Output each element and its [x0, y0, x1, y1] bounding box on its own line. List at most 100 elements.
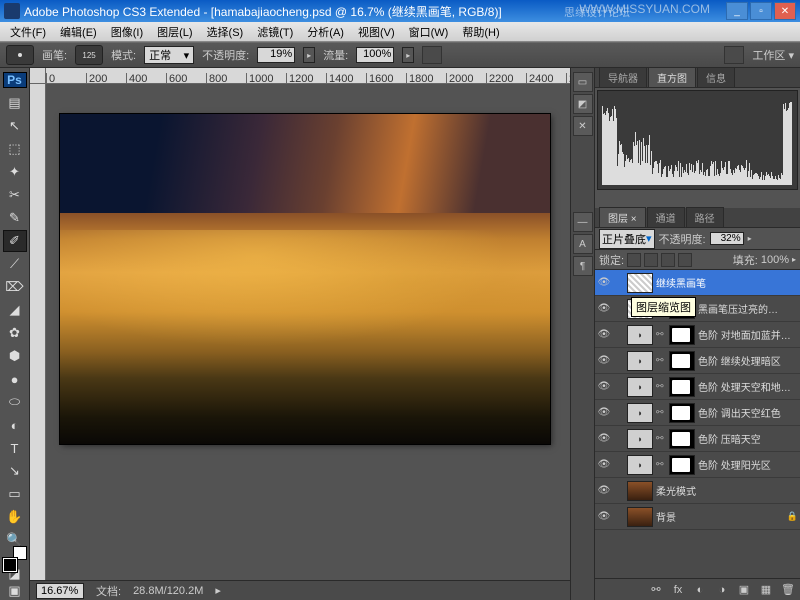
mask-thumb-icon[interactable]: [669, 455, 695, 475]
zoom-field[interactable]: 16.67%: [36, 583, 84, 599]
tool-7[interactable]: ⟋: [3, 253, 27, 275]
adjustment-layer-icon[interactable]: ◑: [714, 582, 730, 598]
tool-14[interactable]: ◐: [3, 414, 27, 436]
menu-window[interactable]: 窗口(W): [403, 22, 455, 42]
tab-channels[interactable]: 通道: [647, 207, 685, 227]
visibility-icon[interactable]: 👁: [597, 510, 611, 524]
airbrush-icon[interactable]: [422, 46, 442, 64]
tool-11[interactable]: ⬢: [3, 345, 27, 367]
layer-name[interactable]: 色阶 对地面加蓝并…: [698, 327, 798, 342]
layer-thumb[interactable]: [627, 481, 653, 501]
menu-filter[interactable]: 滤镜(T): [251, 22, 299, 42]
fill-slider-icon[interactable]: ▸: [792, 255, 796, 264]
tab-navigator[interactable]: 导航器: [599, 67, 647, 87]
screenmode-icon[interactable]: ▣: [3, 583, 27, 599]
visibility-icon[interactable]: 👁: [597, 432, 611, 446]
tool-9[interactable]: ◢: [3, 299, 27, 321]
layer-row[interactable]: 👁◗⚯色阶 压暗天空: [595, 426, 800, 452]
layer-row[interactable]: 👁◗⚯色阶 处理天空和地…: [595, 374, 800, 400]
adjustment-thumb-icon[interactable]: ◗: [627, 429, 653, 449]
layer-name[interactable]: 色阶 处理阳光区: [698, 457, 798, 472]
menu-analysis[interactable]: 分析(A): [301, 22, 350, 42]
mask-thumb-icon[interactable]: [669, 377, 695, 397]
close-button[interactable]: ✕: [774, 2, 796, 20]
opacity-arrow[interactable]: ▸: [303, 47, 315, 63]
lock-all-icon[interactable]: [678, 253, 692, 267]
flow-field[interactable]: 100%: [356, 47, 394, 63]
adjustment-thumb-icon[interactable]: ◗: [627, 403, 653, 423]
tab-histogram[interactable]: 直方图: [648, 67, 696, 87]
ruler-origin[interactable]: [30, 68, 46, 84]
opacity-slider-icon[interactable]: ▸: [748, 234, 752, 243]
menu-view[interactable]: 视图(V): [352, 22, 401, 42]
menu-layer[interactable]: 图层(L): [151, 22, 198, 42]
layer-thumb[interactable]: [627, 273, 653, 293]
menu-help[interactable]: 帮助(H): [456, 22, 505, 42]
layer-name[interactable]: 黑画笔压过亮的…: [698, 301, 798, 316]
tab-layers[interactable]: 图层 ×: [599, 207, 646, 227]
panel-tab-icon[interactable]: ¶: [573, 256, 593, 276]
tool-3[interactable]: ✦: [3, 161, 27, 183]
layer-name[interactable]: 背景: [656, 509, 784, 524]
tool-13[interactable]: ⬭: [3, 391, 27, 413]
brush-tool-icon[interactable]: [6, 45, 34, 65]
fill-field[interactable]: 100%: [761, 254, 789, 266]
layer-name[interactable]: 色阶 继续处理暗区: [698, 353, 798, 368]
flow-arrow[interactable]: ▸: [402, 47, 414, 63]
ruler-horizontal[interactable]: 0200400600800100012001400160018002000220…: [46, 68, 570, 84]
layer-name[interactable]: 柔光模式: [656, 483, 798, 498]
minimize-button[interactable]: _: [726, 2, 748, 20]
visibility-icon[interactable]: 👁: [597, 354, 611, 368]
brush-preset-picker[interactable]: 125: [75, 45, 103, 65]
tool-18[interactable]: ✋: [3, 506, 27, 528]
layer-blend-select[interactable]: 正片叠底▾: [599, 229, 655, 249]
tool-12[interactable]: ●: [3, 368, 27, 390]
menu-edit[interactable]: 编辑(E): [54, 22, 103, 42]
tool-10[interactable]: ✿: [3, 322, 27, 344]
layer-row[interactable]: 👁⚯黑画笔压过亮的…: [595, 296, 800, 322]
panel-tab-icon[interactable]: A: [573, 234, 593, 254]
new-layer-icon[interactable]: ▦: [758, 582, 774, 598]
layer-group-icon[interactable]: ▣: [736, 582, 752, 598]
layer-row[interactable]: 👁背景🔒: [595, 504, 800, 530]
color-swatches[interactable]: [3, 558, 27, 560]
tool-8[interactable]: ⌦: [3, 276, 27, 298]
layer-thumb[interactable]: [627, 507, 653, 527]
tab-info[interactable]: 信息: [697, 67, 735, 87]
maximize-button[interactable]: ▫: [750, 2, 772, 20]
layer-name[interactable]: 色阶 调出天空红色: [698, 405, 798, 420]
panel-tab-icon[interactable]: —: [573, 212, 593, 232]
lock-pixels-icon[interactable]: [644, 253, 658, 267]
visibility-icon[interactable]: 👁: [597, 484, 611, 498]
adjustment-thumb-icon[interactable]: ◗: [627, 325, 653, 345]
visibility-icon[interactable]: 👁: [597, 380, 611, 394]
adjustment-thumb-icon[interactable]: ◗: [627, 351, 653, 371]
lock-position-icon[interactable]: [661, 253, 675, 267]
palette-icon[interactable]: [724, 46, 744, 64]
ps-logo-icon[interactable]: Ps: [3, 72, 27, 88]
mask-thumb-icon[interactable]: [669, 351, 695, 371]
layer-opacity-field[interactable]: 32%: [710, 232, 744, 245]
foreground-swatch[interactable]: [3, 558, 17, 572]
link-layers-icon[interactable]: ⚯: [648, 582, 664, 598]
layer-name[interactable]: 继续黑画笔: [656, 275, 798, 290]
opacity-field[interactable]: 19%: [257, 47, 295, 63]
tab-paths[interactable]: 路径: [686, 207, 724, 227]
visibility-icon[interactable]: 👁: [597, 276, 611, 290]
adjustment-thumb-icon[interactable]: ◗: [627, 377, 653, 397]
document-canvas[interactable]: [60, 114, 550, 444]
delete-layer-icon[interactable]: 🗑: [780, 582, 796, 598]
visibility-icon[interactable]: 👁: [597, 328, 611, 342]
tool-17[interactable]: ▭: [3, 483, 27, 505]
tool-15[interactable]: T: [3, 437, 27, 459]
panel-tab-icon[interactable]: ✕: [573, 116, 593, 136]
panel-tab-icon[interactable]: ▭: [573, 72, 593, 92]
menu-select[interactable]: 选择(S): [201, 22, 250, 42]
adjustment-thumb-icon[interactable]: ◗: [627, 455, 653, 475]
blend-mode-select[interactable]: 正常▾: [144, 46, 194, 64]
layer-row[interactable]: 👁◗⚯色阶 对地面加蓝并…: [595, 322, 800, 348]
tool-5[interactable]: ✎: [3, 207, 27, 229]
ruler-vertical[interactable]: [30, 84, 46, 600]
panel-tab-icon[interactable]: ◩: [573, 94, 593, 114]
layer-row[interactable]: 👁◗⚯色阶 继续处理暗区: [595, 348, 800, 374]
